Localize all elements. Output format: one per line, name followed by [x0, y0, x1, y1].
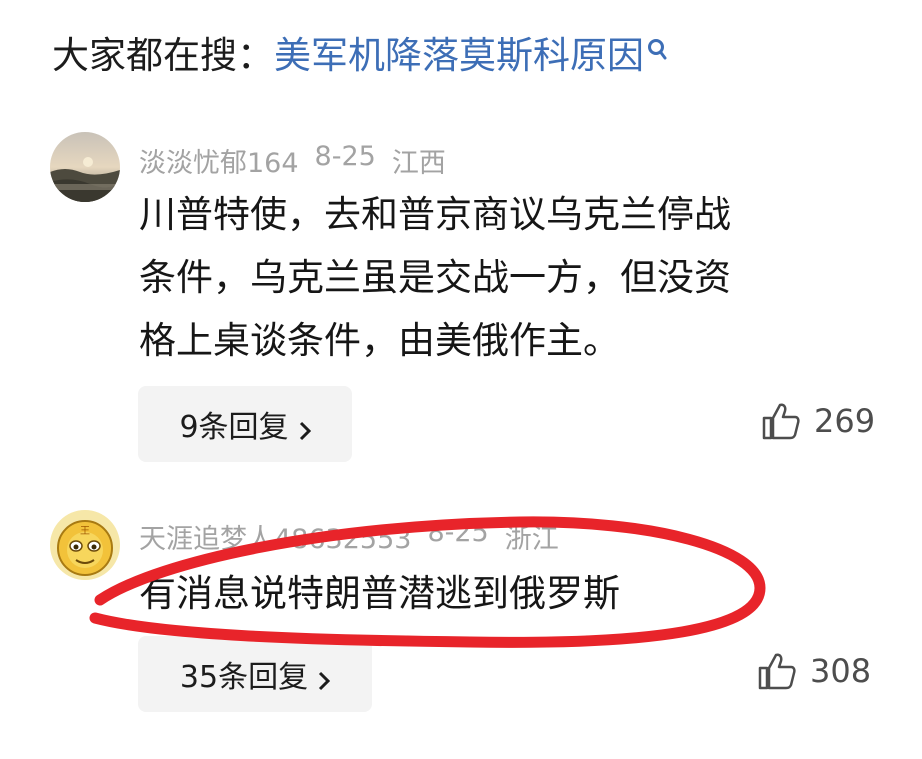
comment-text-line: 有消息说特朗普潜逃到俄罗斯 [139, 572, 620, 615]
comment-date: 8-25 [314, 141, 376, 172]
comment-location: 浙江 [504, 524, 559, 555]
username[interactable]: 淡淡忧郁164 [139, 141, 299, 180]
avatar[interactable]: 王 [50, 510, 120, 580]
thumbs-up-icon [762, 403, 800, 440]
comment-meta: 淡淡忧郁164 8-25 江西 [139, 141, 446, 180]
replies-count-label: 9条回复 [179, 410, 289, 445]
like-button[interactable]: 269 [760, 400, 875, 442]
svg-text:王: 王 [80, 526, 90, 537]
view-replies-button[interactable]: 9条回复 [138, 386, 352, 462]
chevron-right-icon [299, 414, 311, 441]
like-count: 269 [814, 402, 876, 440]
hot-search-bar[interactable]: 大家都在搜： 美军机降落莫斯科原因 [52, 22, 668, 82]
comment-text-line: 条件，乌克兰虽是交战一方，但没资 [139, 256, 731, 299]
comment-text: 川普特使，去和普京商议乌克兰停战 条件，乌克兰虽是交战一方，但没资 格上桌谈条件… [139, 183, 731, 372]
comment-text-line: 格上桌谈条件，由美俄作主。 [139, 319, 620, 362]
comment-text-line: 川普特使，去和普京商议乌克兰停战 [139, 193, 731, 236]
hot-search-query-link[interactable]: 美军机降落莫斯科原因 [274, 25, 644, 79]
hot-search-label: 大家都在搜： [52, 34, 274, 77]
view-replies-button[interactable]: 35条回复 [138, 636, 372, 712]
comment-date: 8-25 [427, 517, 489, 548]
username[interactable]: 天涯追梦人48632553 [139, 517, 411, 556]
search-icon[interactable] [646, 30, 668, 60]
avatar[interactable] [50, 132, 120, 202]
comment-text: 有消息说特朗普潜逃到俄罗斯 [139, 562, 620, 625]
chevron-right-icon [318, 664, 331, 691]
comment-meta: 天涯追梦人48632553 8-25 浙江 [139, 517, 559, 556]
like-count: 308 [810, 652, 872, 690]
replies-count-label: 35条回复 [179, 660, 309, 695]
thumbs-up-icon [758, 653, 796, 690]
comment-location: 江西 [391, 148, 446, 179]
like-button[interactable]: 308 [756, 650, 871, 692]
